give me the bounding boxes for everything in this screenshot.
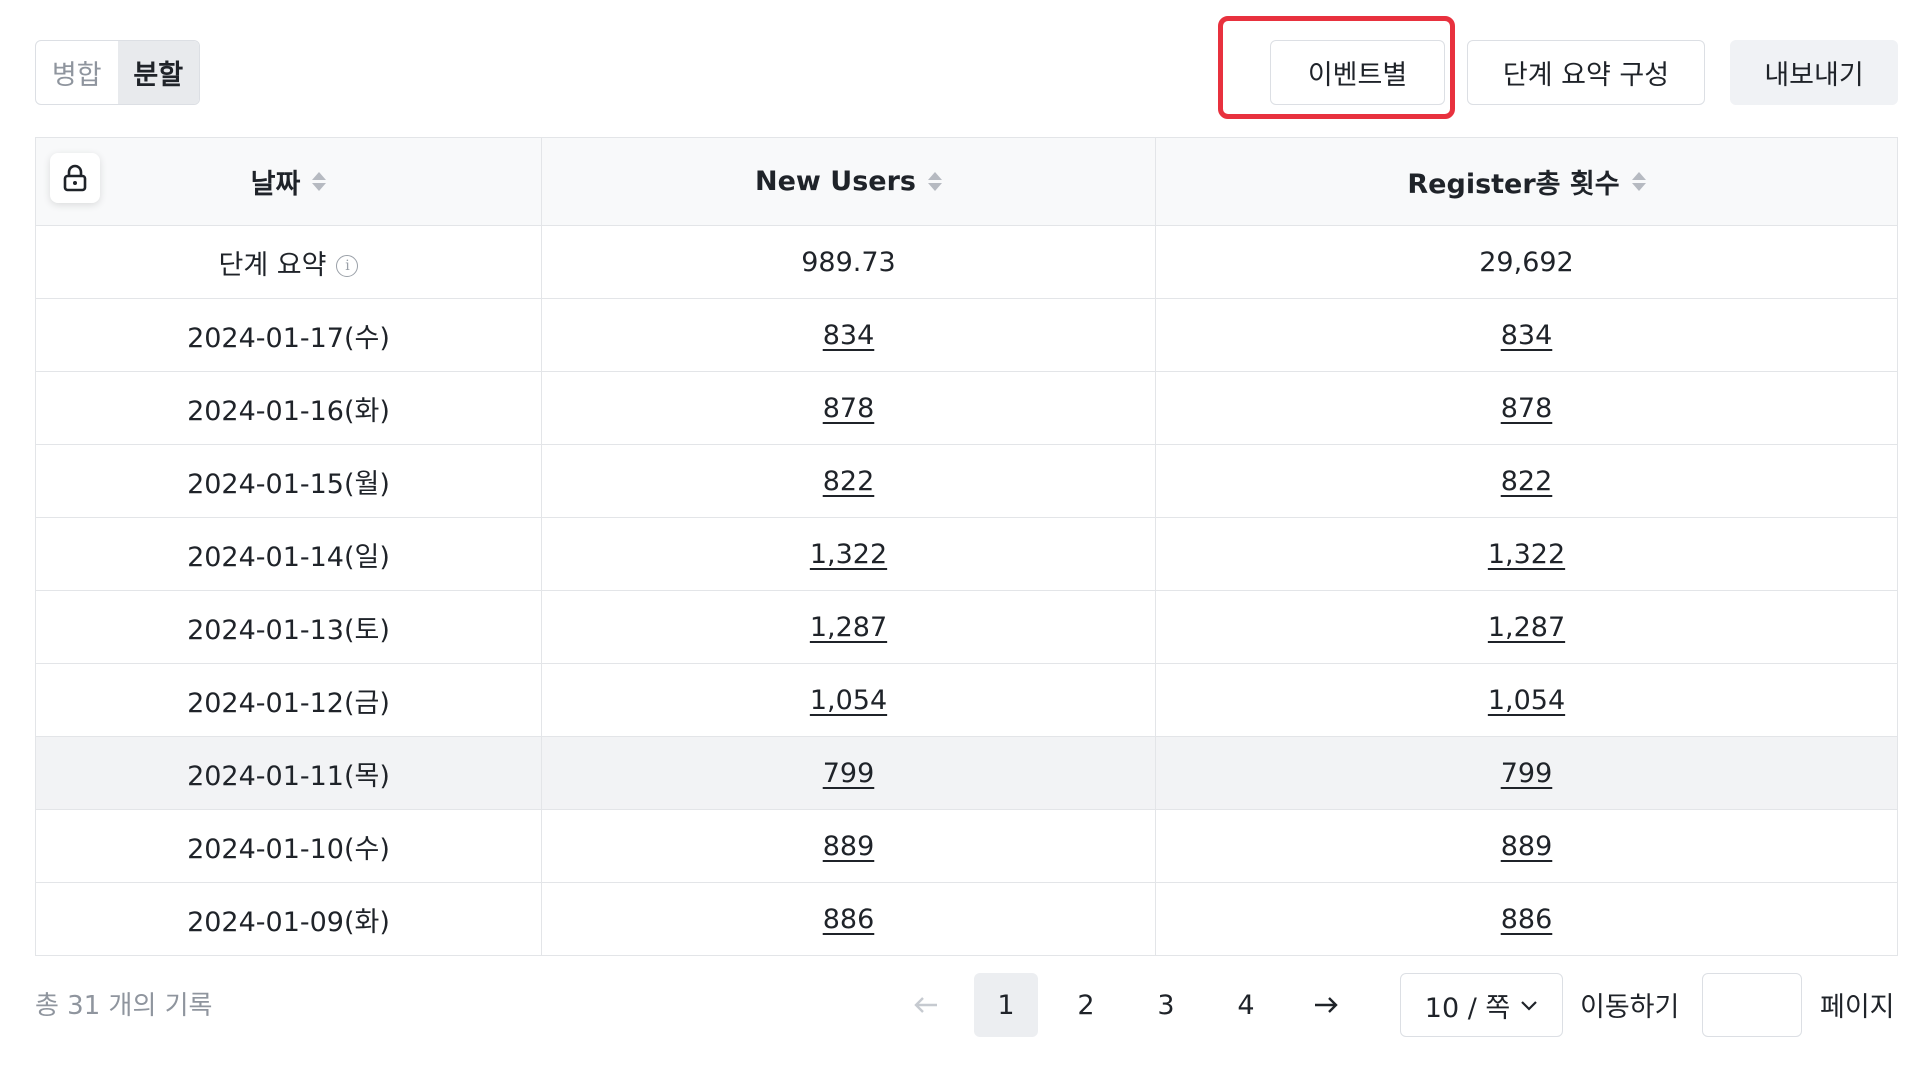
new-users-cell: 822 bbox=[541, 444, 1156, 518]
register-total-cell: 889 bbox=[1155, 809, 1898, 883]
page-4-button[interactable]: 4 bbox=[1214, 973, 1278, 1037]
date-cell: 2024-01-12(금) bbox=[35, 663, 542, 737]
page-1-button[interactable]: 1 bbox=[974, 973, 1038, 1037]
date-cell: 2024-01-14(일) bbox=[35, 517, 542, 591]
table-row: 2024-01-13(토) 1,287 1,287 bbox=[35, 590, 1898, 664]
table-row: 2024-01-17(수) 834 834 bbox=[35, 298, 1898, 372]
new-users-link[interactable]: 1,287 bbox=[810, 612, 887, 643]
register-total-link[interactable]: 889 bbox=[1501, 831, 1553, 862]
new-users-link[interactable]: 878 bbox=[823, 393, 875, 424]
table-row: 2024-01-16(화) 878 878 bbox=[35, 371, 1898, 445]
register-total-link[interactable]: 1,054 bbox=[1488, 685, 1565, 716]
new-users-cell: 886 bbox=[541, 882, 1156, 956]
column-header-date[interactable]: 날짜 bbox=[35, 137, 542, 226]
split-toggle[interactable]: 분할 bbox=[117, 41, 199, 104]
summary-label: 단계 요약 bbox=[218, 249, 327, 281]
date-cell: 2024-01-10(수) bbox=[35, 809, 542, 883]
new-users-cell: 878 bbox=[541, 371, 1156, 445]
chevron-down-icon bbox=[1521, 1001, 1538, 1011]
table-row: 2024-01-09(화) 886 886 bbox=[35, 882, 1898, 956]
date-cell: 2024-01-09(화) bbox=[35, 882, 542, 956]
next-page-button[interactable] bbox=[1294, 973, 1358, 1037]
register-total-cell: 886 bbox=[1155, 882, 1898, 956]
date-cell: 2024-01-11(목) bbox=[35, 736, 542, 810]
register-total-link[interactable]: 822 bbox=[1501, 466, 1553, 497]
new-users-link[interactable]: 886 bbox=[823, 904, 875, 935]
lock-column-button[interactable] bbox=[50, 153, 100, 203]
summary-new-users: 989.73 bbox=[541, 225, 1156, 299]
column-header-register-total[interactable]: Register총 횟수 bbox=[1155, 137, 1898, 226]
register-total-link[interactable]: 886 bbox=[1501, 904, 1553, 935]
page-3-button[interactable]: 3 bbox=[1134, 973, 1198, 1037]
register-total-cell: 799 bbox=[1155, 736, 1898, 810]
new-users-cell: 1,322 bbox=[541, 517, 1156, 591]
new-users-cell: 834 bbox=[541, 298, 1156, 372]
table-row: 2024-01-10(수) 889 889 bbox=[35, 809, 1898, 883]
table-row: 2024-01-15(월) 822 822 bbox=[35, 444, 1898, 518]
register-total-cell: 1,322 bbox=[1155, 517, 1898, 591]
info-icon[interactable]: i bbox=[336, 255, 359, 277]
sort-icon[interactable] bbox=[927, 172, 942, 191]
register-total-cell: 822 bbox=[1155, 444, 1898, 518]
register-total-cell: 834 bbox=[1155, 298, 1898, 372]
new-users-link[interactable]: 822 bbox=[823, 466, 875, 497]
register-total-link[interactable]: 834 bbox=[1501, 320, 1553, 351]
table-row: 2024-01-11(목) 799 799 bbox=[35, 736, 1898, 810]
prev-page-button[interactable] bbox=[894, 973, 958, 1037]
new-users-cell: 1,054 bbox=[541, 663, 1156, 737]
register-total-link[interactable]: 1,322 bbox=[1488, 539, 1565, 570]
export-button[interactable]: 내보내기 bbox=[1730, 40, 1898, 105]
lock-icon bbox=[63, 164, 87, 192]
register-total-link[interactable]: 878 bbox=[1501, 393, 1553, 424]
arrow-right-icon bbox=[1315, 997, 1338, 1013]
new-users-link[interactable]: 799 bbox=[823, 758, 875, 789]
date-cell: 2024-01-15(월) bbox=[35, 444, 542, 518]
new-users-link[interactable]: 889 bbox=[823, 831, 875, 862]
register-total-link[interactable]: 1,287 bbox=[1488, 612, 1565, 643]
view-toggle: 병합 분할 bbox=[35, 40, 200, 105]
table-header-row: 날짜 New Users Register총 횟수 bbox=[35, 137, 1898, 226]
jump-label: 이동하기 bbox=[1580, 992, 1680, 1023]
new-users-link[interactable]: 1,054 bbox=[810, 685, 887, 716]
date-cell: 2024-01-17(수) bbox=[35, 298, 542, 372]
page-size-select[interactable]: 10 / 쪽 bbox=[1400, 973, 1563, 1037]
summary-register-total: 29,692 bbox=[1155, 225, 1898, 299]
page-2-button[interactable]: 2 bbox=[1054, 973, 1118, 1037]
new-users-cell: 1,287 bbox=[541, 590, 1156, 664]
table-row: 2024-01-12(금) 1,054 1,054 bbox=[35, 663, 1898, 737]
register-total-cell: 1,054 bbox=[1155, 663, 1898, 737]
page-label: 페이지 bbox=[1820, 992, 1895, 1023]
new-users-link[interactable]: 1,322 bbox=[810, 539, 887, 570]
jump-page-input[interactable] bbox=[1702, 973, 1802, 1037]
table-row: 2024-01-14(일) 1,322 1,322 bbox=[35, 517, 1898, 591]
sort-icon[interactable] bbox=[312, 172, 327, 191]
summary-row: 단계 요약 i 989.73 29,692 bbox=[35, 225, 1898, 299]
date-cell: 2024-01-13(토) bbox=[35, 590, 542, 664]
register-total-link[interactable]: 799 bbox=[1501, 758, 1553, 789]
register-total-cell: 878 bbox=[1155, 371, 1898, 445]
column-header-new-users[interactable]: New Users bbox=[541, 137, 1156, 226]
by-event-button[interactable]: 이벤트별 bbox=[1270, 40, 1445, 105]
register-total-cell: 1,287 bbox=[1155, 590, 1898, 664]
arrow-left-icon bbox=[914, 997, 937, 1013]
new-users-link[interactable]: 834 bbox=[823, 320, 875, 351]
data-table: 날짜 New Users Register총 횟수 단계 요약 i 989.73 … bbox=[35, 137, 1898, 956]
step-summary-config-button[interactable]: 단계 요약 구성 bbox=[1467, 40, 1705, 105]
new-users-cell: 889 bbox=[541, 809, 1156, 883]
new-users-cell: 799 bbox=[541, 736, 1156, 810]
merge-toggle[interactable]: 병합 bbox=[36, 41, 118, 104]
sort-icon[interactable] bbox=[1631, 172, 1646, 191]
date-cell: 2024-01-16(화) bbox=[35, 371, 542, 445]
total-records: 총 31 개의 기록 bbox=[35, 991, 213, 1021]
